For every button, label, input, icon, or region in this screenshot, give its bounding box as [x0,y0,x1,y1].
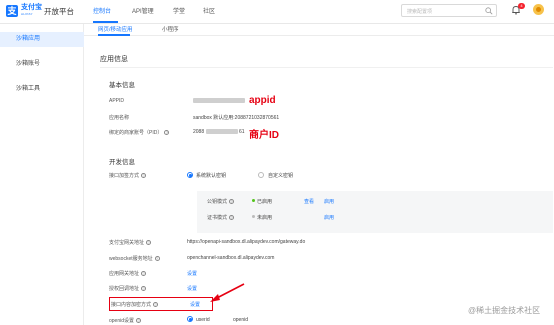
alipay-logo-icon[interactable]: 支 [6,5,18,17]
sidebar-item-sandbox-account[interactable]: 沙箱账号 [0,57,84,72]
gateway-label: 支付宝网关地址? [109,240,152,246]
merchant-annotation: 商户ID [249,130,279,141]
tab-web-mobile[interactable]: 网页/移动应用 [98,25,133,33]
group-title-basic-info: 基本信息 [109,82,135,89]
sidebar-item-sandbox-tools[interactable]: 沙箱工具 [0,82,84,97]
help-icon[interactable]: ? [146,240,152,245]
search-placeholder: 搜索配置项 [407,9,433,15]
radio-custom-key-label: 自定义密钥 [268,173,294,179]
cert-mode-label: 证书模式? [207,215,235,221]
avatar[interactable] [533,4,544,15]
radio-default-key-label: 系统默认密钥 [196,173,227,179]
websocket-value: openchannel-sandbox.dl.alipaydev.com [187,255,275,261]
radio-openid-label: openid [233,317,249,323]
app-type-tabs: 网页/移动应用 小程序 [84,24,554,36]
help-icon[interactable]: ? [229,215,235,220]
help-icon[interactable]: ? [154,256,160,261]
gateway-value: https://openapi-sandbox.dl.alipaydev.com… [187,239,306,245]
merchant-pid-label: 绑定的商家账号（PID）? [109,130,170,136]
help-icon[interactable]: ? [164,130,170,135]
sidebar-item-sandbox-app[interactable]: 沙箱应用 [0,32,84,47]
cert-mode-status: 未启用 [252,214,272,221]
radio-default-key[interactable] [187,172,193,178]
tab-mini-program[interactable]: 小程序 [162,25,179,33]
appid-label: APPID [109,98,125,104]
help-icon[interactable]: ? [229,199,235,204]
app-gateway-label: 应用网关地址? [109,271,147,277]
radio-userid[interactable] [187,316,193,322]
openid-label: openid设置? [109,318,142,324]
app-name-value: sandbox 默认应用:2088721032870561 [193,115,280,121]
nav-console[interactable]: 控制台 [93,6,111,15]
help-icon[interactable]: ? [141,271,147,276]
enable-public-key-link[interactable]: 启用 [324,198,334,205]
key-mode-panel [197,191,553,233]
status-dot-icon [252,215,255,218]
platform-title: 开放平台 [44,7,74,16]
merchant-pid-prefix: 2088 [193,129,205,135]
watermark: @稀土掘金技术社区 [468,306,541,315]
nav-community[interactable]: 社区 [203,6,215,15]
help-icon[interactable]: ? [136,318,142,323]
top-bar: 支 支付宝 ALIPAY 开放平台 控制台 API管理 学堂 社区 搜索配置项 … [0,0,554,24]
callback-set-link[interactable]: 设置 [187,285,197,292]
sidebar: 沙箱应用 沙箱账号 沙箱工具 [0,24,84,325]
divider [100,67,553,68]
brand-subtitle: ALIPAY [21,12,33,16]
callback-label: 授权回调地址? [109,286,147,292]
search-input[interactable]: 搜索配置项 [401,4,497,17]
websocket-label: websocket服务地址? [109,256,160,262]
brand-name: 支付宝 [21,4,42,11]
tab-active-indicator [98,34,130,36]
help-icon[interactable]: ? [141,173,147,178]
nav-active-indicator [93,21,118,23]
public-key-status: 已启用 [252,198,272,205]
section-title-app-info: 应用信息 [100,56,128,63]
enable-cert-mode-link[interactable]: 启用 [324,214,334,221]
group-title-dev-info: 开发信息 [109,159,135,166]
app-gateway-set-link[interactable]: 设置 [187,270,197,277]
public-key-mode-label: 公钥模式? [207,199,235,205]
view-public-key-link[interactable]: 查看 [304,198,314,205]
radio-custom-key[interactable] [258,172,264,178]
merchant-pid-masked [206,129,238,134]
nav-academy[interactable]: 学堂 [173,6,185,15]
status-dot-icon [252,199,255,202]
help-icon[interactable]: ? [141,286,147,291]
appid-annotation: appid [249,95,276,106]
appid-value-masked [193,98,245,103]
nav-api[interactable]: API管理 [132,6,154,15]
notification-badge: 4 [518,3,525,9]
radio-userid-label: userid [196,317,210,323]
app-name-label: 应用名称 [109,115,130,121]
sign-method-label: 接口加签方式? [109,173,147,179]
search-icon[interactable] [485,7,493,15]
highlight-box [109,297,213,311]
merchant-pid-suffix: 61 [239,129,245,135]
